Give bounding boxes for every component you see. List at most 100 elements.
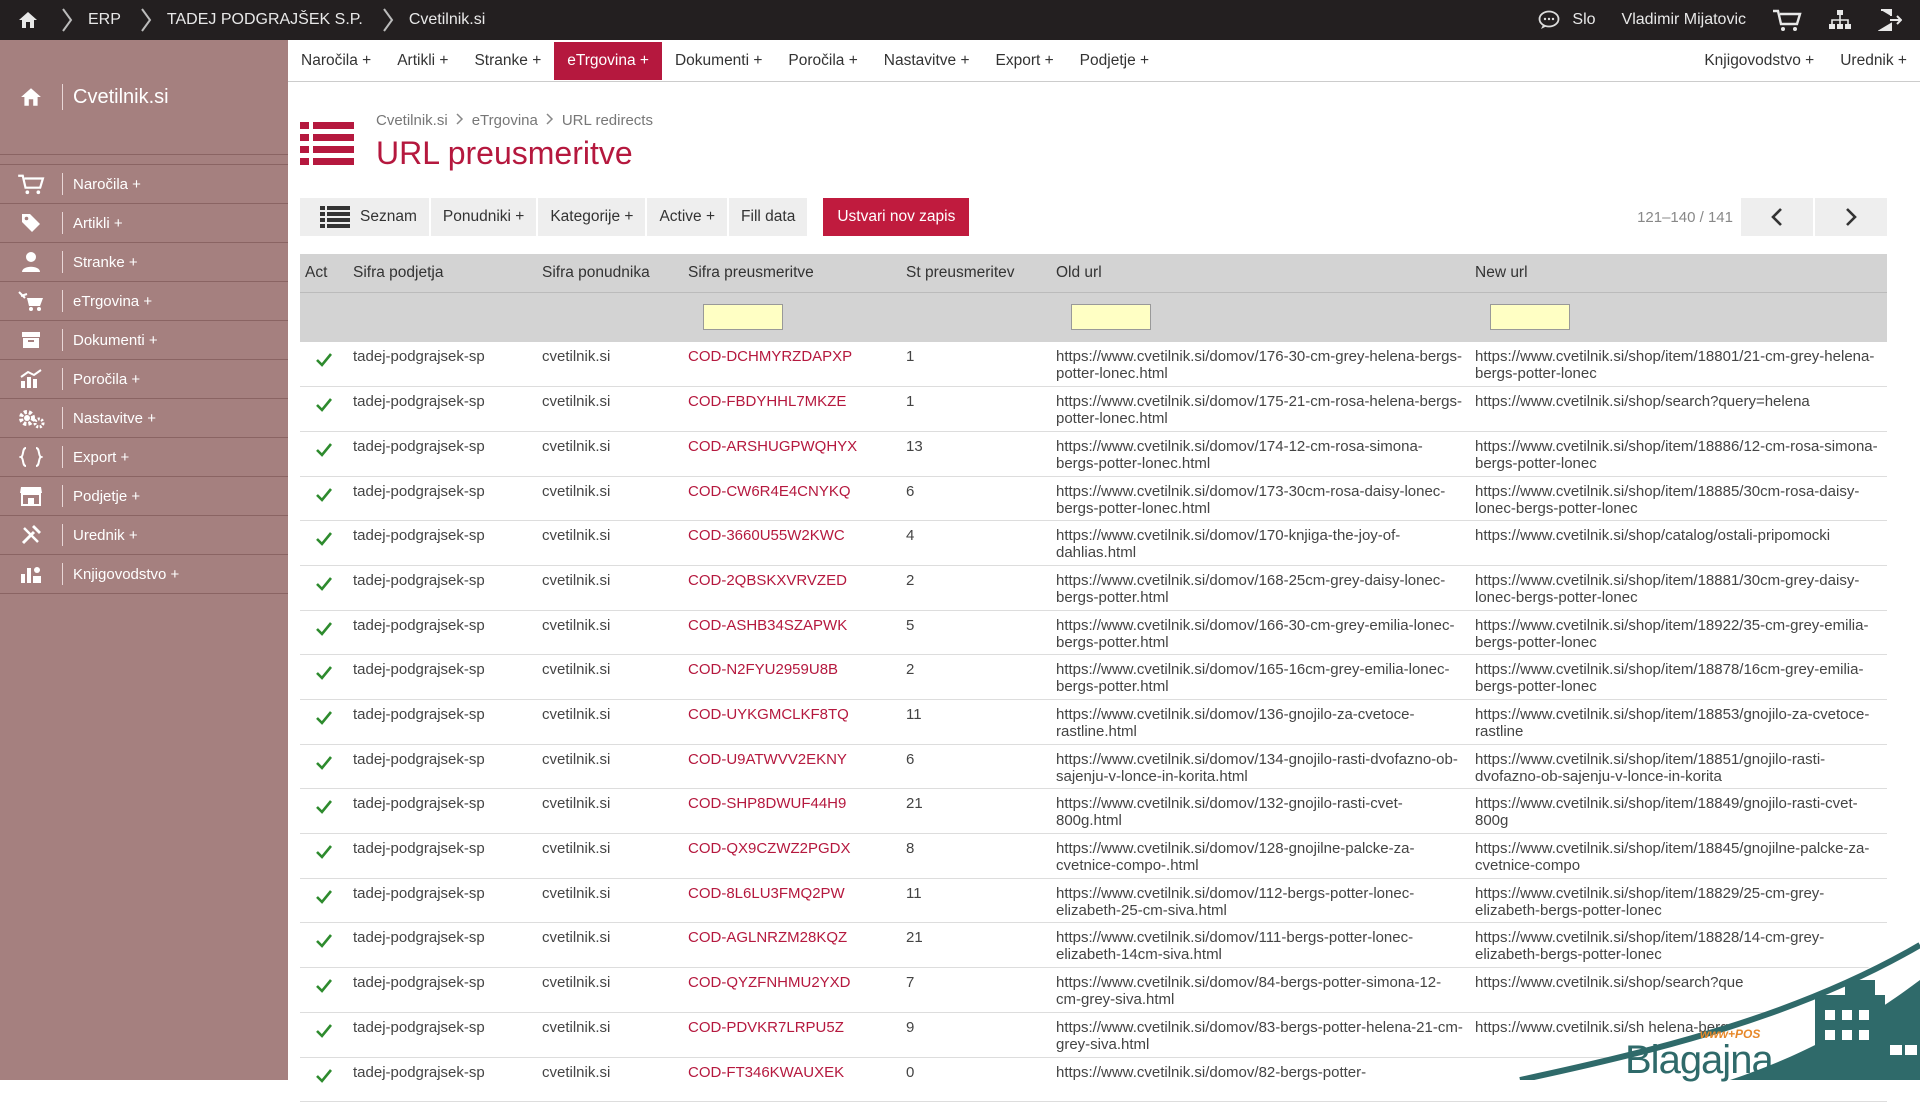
redirect-code-cell[interactable]: COD-CW6R4E4CNYKQ	[683, 476, 901, 521]
sidebar-item-stranke[interactable]: Stranke +	[0, 243, 288, 282]
sidebar-item-porocila[interactable]: Poročila +	[0, 360, 288, 399]
table-row[interactable]: tadej-podgrajsek-spcvetilnik.siCOD-SHP8D…	[300, 789, 1887, 834]
breadcrumb-etrgovina[interactable]: eTrgovina	[472, 112, 538, 129]
table-row[interactable]: tadej-podgrajsek-spcvetilnik.siCOD-QYZFN…	[300, 968, 1887, 1013]
cart-icon[interactable]	[1772, 8, 1802, 32]
column-header-company-code[interactable]: Sifra podjetja	[348, 254, 537, 292]
top-crumb-shop[interactable]: Cvetilnik.si	[399, 11, 499, 29]
menu-artikli[interactable]: Artikli +	[384, 42, 461, 80]
table-row[interactable]: tadej-podgrajsek-spcvetilnik.siCOD-2QBSK…	[300, 565, 1887, 610]
redirect-code-cell[interactable]: COD-2QBSKXVRVZED	[683, 565, 901, 610]
sidebar-item-narocila[interactable]: Naročila +	[0, 165, 288, 204]
table-row[interactable]: tadej-podgrajsek-spcvetilnik.siCOD-FBDYH…	[300, 387, 1887, 432]
top-crumb-company[interactable]: TADEJ PODGRAJŠEK S.P.	[157, 11, 377, 29]
table-row[interactable]: tadej-podgrajsek-spcvetilnik.siCOD-UYKGM…	[300, 700, 1887, 745]
sidebar-item-knjigovodstvo[interactable]: Knjigovodstvo +	[0, 555, 288, 594]
create-record-button[interactable]: Ustvari nov zapis	[823, 198, 969, 236]
sidebar-item-label: Poročila +	[73, 371, 140, 388]
redirect-code-cell[interactable]: COD-ARSHUGPWQHYX	[683, 431, 901, 476]
redirect-code-cell[interactable]: COD-8L6LU3FMQ2PW	[683, 878, 901, 923]
table-row[interactable]: tadej-podgrajsek-spcvetilnik.siCOD-DCHMY…	[300, 342, 1887, 387]
user-name[interactable]: Vladimir Mijatovic	[1622, 11, 1746, 29]
menu-narocila[interactable]: Naročila +	[288, 42, 384, 80]
supplier-code-cell: cvetilnik.si	[537, 565, 683, 610]
redirect-code-cell[interactable]: COD-PDVKR7LRPU5Z	[683, 1012, 901, 1057]
menu-export[interactable]: Export +	[983, 42, 1067, 80]
active-cell	[300, 744, 348, 789]
redirect-code-cell[interactable]: COD-UYKGMCLKF8TQ	[683, 700, 901, 745]
top-crumb-erp[interactable]: ERP	[78, 11, 135, 29]
redirect-code-cell[interactable]: COD-DCHMYRZDAPXP	[683, 342, 901, 387]
menu-urednik[interactable]: Urednik +	[1827, 42, 1920, 80]
column-header-new-url[interactable]: New url	[1470, 254, 1887, 292]
column-header-act[interactable]: Act	[300, 254, 348, 292]
menu-podjetje[interactable]: Podjetje +	[1067, 42, 1162, 80]
new-url-cell	[1470, 1057, 1887, 1102]
filter-old-url-input[interactable]	[1071, 304, 1151, 330]
table-row[interactable]: tadej-podgrajsek-spcvetilnik.siCOD-FT346…	[300, 1057, 1887, 1102]
active-button[interactable]: Active +	[647, 198, 727, 236]
redirect-code-cell[interactable]: COD-3660U55W2KWC	[683, 521, 901, 566]
menu-etrgovina[interactable]: eTrgovina +	[554, 42, 662, 80]
redirect-code-cell[interactable]: COD-FBDYHHL7MKZE	[683, 387, 901, 432]
categories-button[interactable]: Kategorije +	[538, 198, 645, 236]
supplier-code-cell: cvetilnik.si	[537, 834, 683, 879]
home-icon[interactable]	[0, 0, 56, 40]
redirect-code-cell[interactable]: COD-AGLNRZM28KQZ	[683, 923, 901, 968]
table-row[interactable]: tadej-podgrajsek-spcvetilnik.siCOD-QX9CZ…	[300, 834, 1887, 879]
sidebar-item-etrgovina[interactable]: eTrgovina +	[0, 282, 288, 321]
table-row[interactable]: tadej-podgrajsek-spcvetilnik.siCOD-3660U…	[300, 521, 1887, 566]
prev-page-button[interactable]	[1741, 198, 1813, 236]
redirect-code-cell[interactable]: COD-FT346KWAUXEK	[683, 1057, 901, 1102]
sidebar-item-export[interactable]: Export +	[0, 438, 288, 477]
language-selector[interactable]: Slo	[1572, 11, 1595, 29]
sidebar-item-urednik[interactable]: Urednik +	[0, 516, 288, 555]
export-icon	[0, 446, 62, 468]
sidebar-header[interactable]: Cvetilnik.si	[0, 40, 288, 155]
suppliers-button[interactable]: Ponudniki +	[431, 198, 536, 236]
menu-knjigovodstvo[interactable]: Knjigovodstvo +	[1691, 42, 1827, 80]
table-row[interactable]: tadej-podgrajsek-spcvetilnik.siCOD-8L6LU…	[300, 878, 1887, 923]
table-row[interactable]: tadej-podgrajsek-spcvetilnik.siCOD-CW6R4…	[300, 476, 1887, 521]
table-row[interactable]: tadej-podgrajsek-spcvetilnik.siCOD-AGLNR…	[300, 923, 1887, 968]
menu-stranke[interactable]: Stranke +	[461, 42, 554, 80]
filter-redirect-code-input[interactable]	[703, 304, 783, 330]
fill-data-button[interactable]: Fill data	[729, 198, 807, 236]
menu-porocila[interactable]: Poročila +	[775, 42, 870, 80]
logout-icon[interactable]	[1878, 8, 1902, 32]
new-url-cell: https://www.cvetilnik.si/shop/catalog/os…	[1470, 521, 1887, 566]
sidebar-item-artikli[interactable]: Artikli +	[0, 204, 288, 243]
column-header-redirect-code[interactable]: Sifra preusmeritve	[683, 254, 901, 292]
breadcrumb-shop[interactable]: Cvetilnik.si	[376, 112, 448, 129]
redirect-code-cell[interactable]: COD-N2FYU2959U8B	[683, 655, 901, 700]
redirect-code-cell[interactable]: COD-SHP8DWUF44H9	[683, 789, 901, 834]
menu-dokumenti[interactable]: Dokumenti +	[662, 42, 775, 80]
sidebar-item-nastavitve[interactable]: Nastavitve +	[0, 399, 288, 438]
redirect-code-cell[interactable]: COD-QX9CZWZ2PGDX	[683, 834, 901, 879]
old-url-cell: https://www.cvetilnik.si/domov/112-bergs…	[1051, 878, 1470, 923]
redirect-code-cell[interactable]: COD-QYZFNHMU2YXD	[683, 968, 901, 1013]
column-header-old-url[interactable]: Old url	[1051, 254, 1470, 292]
column-header-supplier-code[interactable]: Sifra ponudnika	[537, 254, 683, 292]
sidebar-item-dokumenti[interactable]: Dokumenti +	[0, 321, 288, 360]
old-url-cell: https://www.cvetilnik.si/domov/111-bergs…	[1051, 923, 1470, 968]
filter-new-url-input[interactable]	[1490, 304, 1570, 330]
table-row[interactable]: tadej-podgrajsek-spcvetilnik.siCOD-ASHB3…	[300, 610, 1887, 655]
column-header-redirect-count[interactable]: St preusmeritev	[901, 254, 1051, 292]
table-row[interactable]: tadej-podgrajsek-spcvetilnik.siCOD-PDVKR…	[300, 1012, 1887, 1057]
checkmark-icon	[316, 889, 332, 905]
redirect-count-cell: 6	[901, 476, 1051, 521]
table-row[interactable]: tadej-podgrajsek-spcvetilnik.siCOD-ARSHU…	[300, 431, 1887, 476]
active-cell	[300, 476, 348, 521]
table-row[interactable]: tadej-podgrajsek-spcvetilnik.siCOD-U9ATW…	[300, 744, 1887, 789]
redirect-code-cell[interactable]: COD-U9ATWVV2EKNY	[683, 744, 901, 789]
sidebar-item-podjetje[interactable]: Podjetje +	[0, 477, 288, 516]
chevron-right-icon	[377, 0, 399, 40]
chat-icon[interactable]	[1538, 10, 1560, 30]
list-button[interactable]: Seznam	[300, 198, 429, 236]
menu-nastavitve[interactable]: Nastavitve +	[871, 42, 983, 80]
table-row[interactable]: tadej-podgrajsek-spcvetilnik.siCOD-N2FYU…	[300, 655, 1887, 700]
redirect-code-cell[interactable]: COD-ASHB34SZAPWK	[683, 610, 901, 655]
next-page-button[interactable]	[1815, 198, 1887, 236]
sitemap-icon[interactable]	[1828, 9, 1852, 31]
